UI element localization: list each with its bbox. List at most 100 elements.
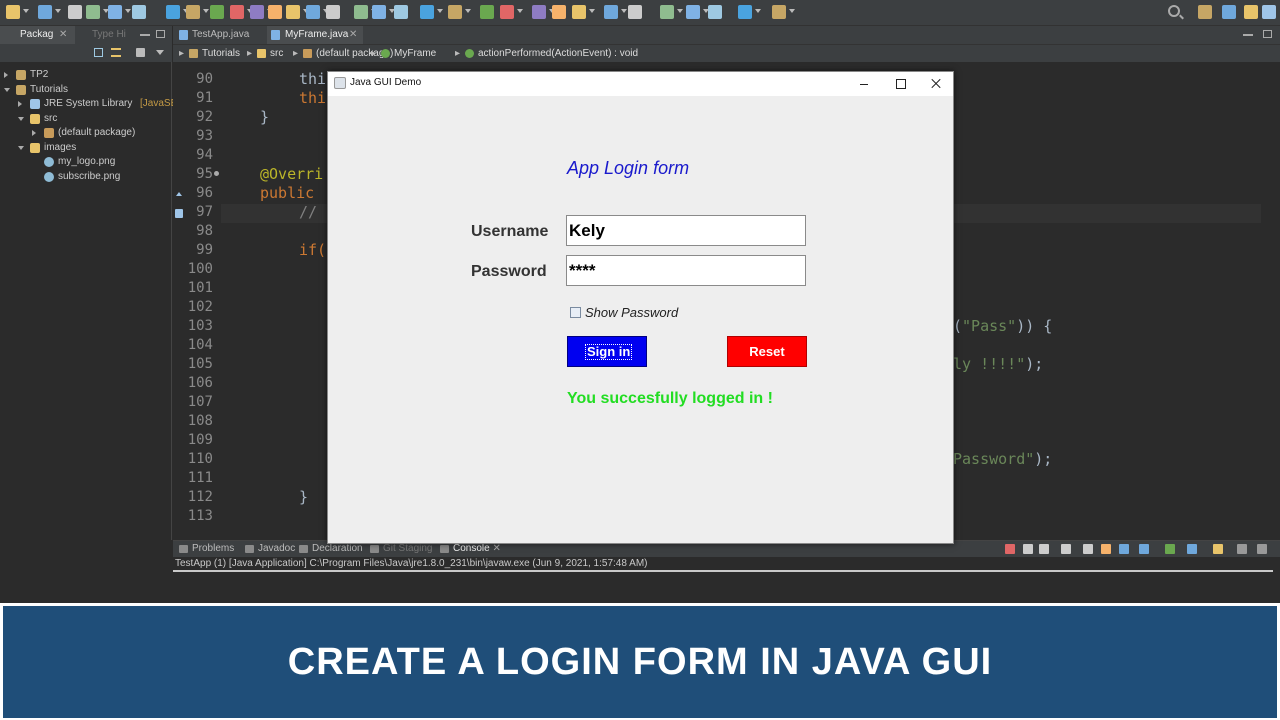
close-icon[interactable]: ✕ (349, 26, 357, 44)
open-icon[interactable] (268, 5, 282, 19)
dropdown-arrow-icon[interactable] (203, 9, 209, 13)
pen-icon[interactable] (230, 5, 244, 19)
show-on-output-icon[interactable] (1119, 544, 1129, 554)
monitor-icon[interactable] (572, 5, 586, 19)
breadcrumb-item[interactable]: Tutorials (202, 45, 240, 62)
print-icon[interactable] (86, 5, 100, 19)
git-perspective-icon[interactable] (1262, 5, 1276, 19)
remove-all-icon[interactable] (1039, 544, 1049, 554)
coverage-icon[interactable] (372, 5, 386, 19)
dropdown-arrow-icon[interactable] (789, 9, 795, 13)
clear-console-icon[interactable] (1061, 544, 1071, 554)
next-annotation-icon[interactable] (604, 5, 618, 19)
back-icon[interactable] (686, 5, 700, 19)
password-field[interactable] (566, 255, 806, 286)
scroll-lock-icon[interactable] (1083, 544, 1093, 554)
chevron-right-icon[interactable] (18, 101, 22, 107)
debug-perspective-icon[interactable] (1244, 5, 1258, 19)
line-number: 113 (187, 508, 213, 524)
view-menu-icon[interactable] (156, 50, 164, 55)
open-console-icon[interactable] (1213, 544, 1223, 554)
share-icon[interactable] (772, 5, 786, 19)
maximize-icon[interactable] (156, 30, 165, 38)
code-fragment: ly !!!!"); (953, 355, 1043, 374)
tab-javadoc[interactable]: Javadoc (243, 541, 295, 557)
save-all-icon[interactable] (68, 5, 82, 19)
close-icon[interactable]: ✕ (59, 26, 67, 44)
prev-annotation-icon[interactable] (628, 5, 642, 19)
breadcrumb-item[interactable]: src (270, 45, 283, 62)
reset-button[interactable]: Reset (727, 336, 807, 367)
last-edit-icon[interactable] (660, 5, 674, 19)
sign-in-button[interactable]: Sign in (567, 336, 647, 367)
tab-testapp-java[interactable]: TestApp.java (178, 26, 268, 44)
tab-package-explorer[interactable]: Packag ✕ (0, 26, 75, 44)
new-icon[interactable] (6, 5, 20, 19)
link-editor-icon[interactable] (111, 48, 121, 57)
word-wrap-icon[interactable] (1101, 544, 1111, 554)
display-console-icon[interactable] (1187, 544, 1197, 554)
chevron-right-icon[interactable] (32, 130, 36, 136)
tab-myframe-java[interactable]: MyFrame.java ✕ (267, 26, 363, 44)
username-field[interactable] (566, 215, 806, 246)
tool-icon[interactable] (250, 5, 264, 19)
save-icon[interactable] (38, 5, 52, 19)
close-icon[interactable]: ✕ (490, 543, 500, 554)
dropdown-arrow-icon[interactable] (55, 9, 61, 13)
minimize-icon[interactable] (140, 34, 150, 36)
remove-launch-icon[interactable] (1023, 544, 1033, 554)
external-tool-icon[interactable] (394, 5, 408, 19)
minimize-button[interactable] (846, 72, 882, 96)
breadcrumb-item[interactable]: actionPerformed(ActionEvent) : void (478, 45, 638, 62)
chevron-down-icon[interactable] (4, 87, 10, 92)
dropdown-arrow-icon[interactable] (465, 9, 471, 13)
terminal-icon[interactable] (108, 5, 122, 19)
paragraph-icon[interactable] (306, 5, 320, 19)
dropdown-arrow-icon[interactable] (755, 9, 761, 13)
filter-icon[interactable] (136, 48, 145, 57)
collapse-all-icon[interactable] (94, 48, 103, 57)
search-icon[interactable] (1168, 5, 1180, 17)
chevron-down-icon[interactable] (18, 116, 24, 121)
maximize-icon[interactable] (1257, 544, 1267, 554)
maximize-button[interactable] (882, 72, 918, 96)
new-package-icon[interactable] (448, 5, 462, 19)
refresh-icon[interactable] (480, 5, 494, 19)
close-button[interactable] (918, 72, 954, 96)
debug-icon[interactable] (186, 5, 200, 19)
pin-icon[interactable] (738, 5, 752, 19)
show-on-error-icon[interactable] (1139, 544, 1149, 554)
perspective-icon[interactable] (1198, 5, 1212, 19)
bug-icon[interactable] (326, 5, 340, 19)
link-icon[interactable] (166, 5, 180, 19)
window-titlebar[interactable]: Java GUI Demo (328, 72, 953, 96)
dropdown-arrow-icon[interactable] (23, 9, 29, 13)
run-last-icon[interactable] (420, 5, 434, 19)
tab-problems[interactable]: Problems (177, 541, 234, 557)
dropdown-arrow-icon[interactable] (437, 9, 443, 13)
checkbox-box[interactable] (570, 307, 581, 318)
brush-icon[interactable] (552, 5, 566, 19)
filter-icon[interactable] (210, 5, 224, 19)
copy-icon[interactable] (286, 5, 300, 19)
java-perspective-icon[interactable] (1222, 5, 1236, 19)
pin-console-icon[interactable] (1165, 544, 1175, 554)
dropdown-arrow-icon[interactable] (517, 9, 523, 13)
minimize-icon[interactable] (1237, 544, 1247, 554)
dropdown-arrow-icon[interactable] (589, 9, 595, 13)
maximize-icon[interactable] (1263, 30, 1272, 38)
tab-type-hierarchy[interactable]: Type Hi (78, 26, 138, 44)
breadcrumb-item[interactable]: MyFrame (394, 45, 436, 62)
run-icon[interactable] (354, 5, 368, 19)
chevron-down-icon[interactable] (18, 145, 24, 150)
chevron-right-icon[interactable] (4, 72, 8, 78)
terminate-icon[interactable] (1005, 544, 1015, 554)
dropdown-arrow-icon[interactable] (677, 9, 683, 13)
open-folder-icon[interactable] (500, 5, 514, 19)
dropdown-arrow-icon[interactable] (621, 9, 627, 13)
forward-icon[interactable] (708, 5, 722, 19)
minimize-icon[interactable] (1243, 34, 1253, 36)
task-icon[interactable] (132, 5, 146, 19)
dropdown-arrow-icon[interactable] (125, 9, 131, 13)
folder-icon[interactable] (532, 5, 546, 19)
